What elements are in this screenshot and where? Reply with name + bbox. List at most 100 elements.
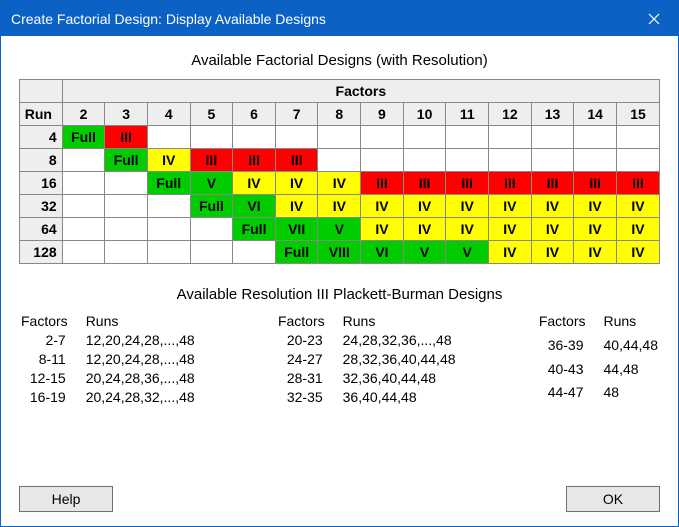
pb-header-factors: Factors (539, 313, 586, 334)
design-cell: IV (574, 195, 617, 218)
design-cell: IV (361, 218, 404, 241)
pb-column: FactorsRuns36-3940,44,4840-4344,4844-474… (539, 313, 658, 405)
design-cell (62, 195, 105, 218)
design-cell (147, 218, 190, 241)
factor-column-header: 8 (318, 103, 361, 126)
pb-factors-value: 28-31 (278, 370, 325, 386)
design-cell: III (531, 172, 574, 195)
design-cell: VIII (318, 241, 361, 264)
design-cell: IV (275, 195, 318, 218)
design-cell (190, 126, 233, 149)
design-cell (403, 149, 446, 172)
design-cell: IV (574, 241, 617, 264)
design-cell: IV (489, 241, 532, 264)
design-cell (190, 241, 233, 264)
pb-runs-value: 40,44,48 (604, 337, 659, 358)
design-cell: IV (403, 218, 446, 241)
pb-factors-value: 36-39 (539, 337, 586, 358)
design-cell (489, 149, 532, 172)
table-row: 32FullVIIVIVIVIVIVIVIVIVIV (20, 195, 660, 218)
designs-caption: Available Factorial Designs (with Resolu… (19, 52, 660, 69)
design-cell (233, 126, 276, 149)
design-cell (105, 195, 148, 218)
pb-runs-value: 12,20,24,28,...,48 (86, 351, 195, 367)
factor-column-header: 9 (361, 103, 404, 126)
design-cell (62, 149, 105, 172)
design-cell: Full (62, 126, 105, 149)
design-cell (105, 218, 148, 241)
design-cell: IV (531, 195, 574, 218)
design-cell: V (446, 241, 489, 264)
factor-column-header: 13 (531, 103, 574, 126)
design-cell (403, 126, 446, 149)
design-cell (62, 172, 105, 195)
run-header-cell: 4 (20, 126, 63, 149)
factor-column-header: 6 (233, 103, 276, 126)
design-cell: IV (489, 218, 532, 241)
design-cell (105, 172, 148, 195)
factor-column-header: 12 (489, 103, 532, 126)
pb-factors-value: 24-27 (278, 351, 325, 367)
pb-header-runs: Runs (604, 313, 659, 334)
design-cell: IV (318, 195, 361, 218)
pb-runs-value: 20,24,28,32,...,48 (86, 389, 195, 405)
factor-column-header: 2 (62, 103, 105, 126)
design-cell (233, 241, 276, 264)
run-header-cell: 64 (20, 218, 63, 241)
factor-column-header: 3 (105, 103, 148, 126)
pb-runs-value: 48 (604, 384, 659, 405)
design-cell: IV (318, 172, 361, 195)
design-cell: V (318, 218, 361, 241)
ok-button[interactable]: OK (566, 486, 660, 512)
dialog-content: Available Factorial Designs (with Resolu… (1, 36, 678, 526)
factor-column-header: 10 (403, 103, 446, 126)
factor-column-header: 15 (616, 103, 659, 126)
design-cell (318, 126, 361, 149)
design-cell: IV (446, 195, 489, 218)
help-button[interactable]: Help (19, 486, 113, 512)
design-cell: VII (275, 218, 318, 241)
design-cell: IV (361, 195, 404, 218)
run-header-cell: 16 (20, 172, 63, 195)
dialog-buttons: Help OK (19, 468, 660, 512)
design-cell (105, 241, 148, 264)
table-row: 128FullVIIIVIVVIVIVIVIV (20, 241, 660, 264)
factors-header: Factors (62, 80, 659, 103)
design-cell: III (361, 172, 404, 195)
design-cell: V (190, 172, 233, 195)
run-header-cell: 128 (20, 241, 63, 264)
design-cell: Full (147, 172, 190, 195)
design-cell (574, 149, 617, 172)
design-cell: III (489, 172, 532, 195)
factor-column-header: 11 (446, 103, 489, 126)
close-button[interactable] (630, 1, 678, 36)
design-cell: IV (574, 218, 617, 241)
table-row: 16FullVIVIVIVIIIIIIIIIIIIIIIIIIIII (20, 172, 660, 195)
run-header: Run (20, 103, 63, 126)
design-cell: IV (403, 195, 446, 218)
pb-header-runs: Runs (343, 313, 456, 329)
design-cell (62, 218, 105, 241)
pb-factors-value: 2-7 (21, 332, 68, 348)
design-cell: IV (275, 172, 318, 195)
design-cell: Full (233, 218, 276, 241)
design-cell (616, 126, 659, 149)
design-cell (616, 149, 659, 172)
pb-runs-value: 28,32,36,40,44,48 (343, 351, 456, 367)
design-cell (190, 218, 233, 241)
design-cell: III (275, 149, 318, 172)
factor-column-header: 14 (574, 103, 617, 126)
titlebar: Create Factorial Design: Display Availab… (1, 1, 678, 36)
table-row: 64FullVIIVIVIVIVIVIVIVIV (20, 218, 660, 241)
design-cell: IV (616, 241, 659, 264)
pb-runs-value: 36,40,44,48 (343, 389, 456, 405)
factor-column-header: 4 (147, 103, 190, 126)
pb-runs-value: 20,24,28,36,...,48 (86, 370, 195, 386)
design-cell (446, 126, 489, 149)
design-cell: VI (233, 195, 276, 218)
close-icon (648, 13, 660, 25)
design-cell (446, 149, 489, 172)
design-cell (489, 126, 532, 149)
pb-factors-value: 12-15 (21, 370, 68, 386)
pb-header-runs: Runs (86, 313, 195, 329)
